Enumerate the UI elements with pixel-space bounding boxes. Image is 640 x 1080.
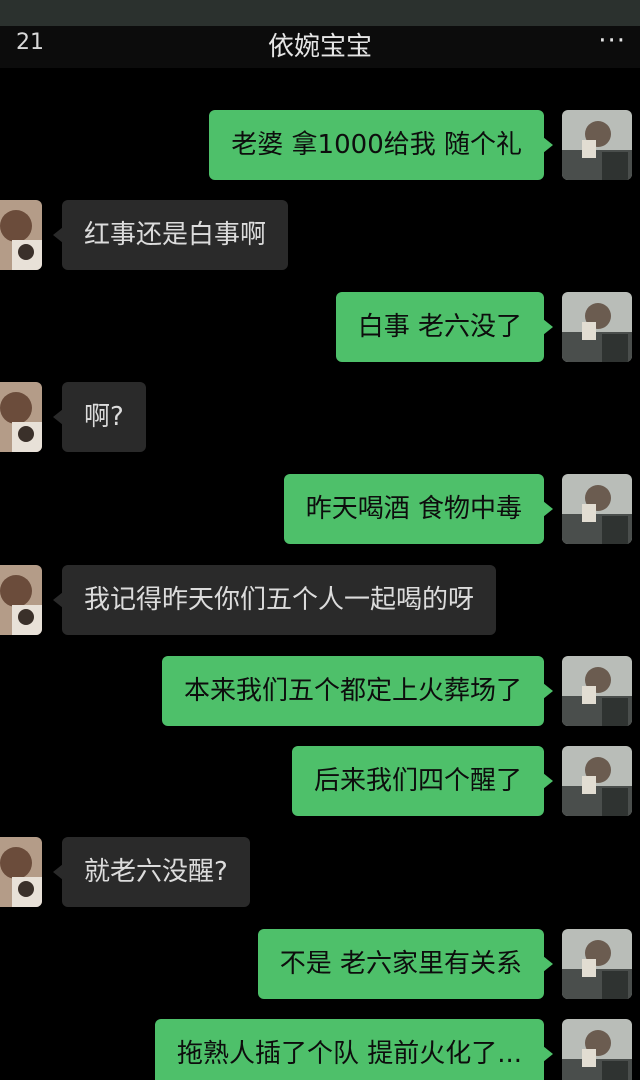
message-row: 拖熟人插了个队 提前火化了...	[0, 1019, 640, 1080]
message-row: 本来我们五个都定上火葬场了	[0, 656, 640, 726]
contact-avatar[interactable]	[0, 837, 42, 907]
my-avatar[interactable]	[562, 292, 632, 362]
outgoing-message-bubble[interactable]: 本来我们五个都定上火葬场了	[161, 656, 554, 726]
contact-avatar[interactable]	[0, 565, 42, 635]
incoming-message-bubble[interactable]: 我记得昨天你们五个人一起喝的呀	[52, 565, 497, 635]
my-avatar[interactable]	[562, 929, 632, 999]
message-row: 老婆 拿1000给我 随个礼	[0, 110, 640, 180]
message-row: 昨天喝酒 食物中毒	[0, 474, 640, 544]
my-avatar[interactable]	[562, 656, 632, 726]
my-avatar[interactable]	[562, 746, 632, 816]
incoming-message-bubble[interactable]: 就老六没醒?	[53, 837, 250, 907]
outgoing-message-bubble[interactable]: 后来我们四个醒了	[291, 746, 554, 816]
message-row: 后来我们四个醒了	[0, 746, 640, 816]
message-row: 我记得昨天你们五个人一起喝的呀	[0, 565, 640, 635]
contact-avatar[interactable]	[0, 382, 42, 452]
message-row: 不是 老六家里有关系	[0, 929, 640, 999]
my-avatar[interactable]	[562, 1019, 632, 1080]
outgoing-message-bubble[interactable]: 拖熟人插了个队 提前火化了...	[154, 1019, 554, 1080]
my-avatar[interactable]	[562, 474, 632, 544]
top-strip	[0, 0, 640, 26]
more-options-icon[interactable]: ···	[598, 26, 626, 56]
chat-header: 21 依婉宝宝 ···	[0, 26, 640, 68]
outgoing-message-bubble[interactable]: 昨天喝酒 食物中毒	[283, 474, 554, 544]
my-avatar[interactable]	[562, 110, 632, 180]
incoming-message-bubble[interactable]: 啊?	[53, 382, 146, 452]
message-row: 啊?	[0, 382, 640, 452]
message-row: 红事还是白事啊	[0, 200, 640, 270]
message-row: 就老六没醒?	[0, 837, 640, 907]
outgoing-message-bubble[interactable]: 老婆 拿1000给我 随个礼	[209, 110, 553, 180]
message-row: 白事 老六没了	[0, 292, 640, 362]
outgoing-message-bubble[interactable]: 白事 老六没了	[335, 292, 554, 362]
outgoing-message-bubble[interactable]: 不是 老六家里有关系	[257, 929, 554, 999]
incoming-message-bubble[interactable]: 红事还是白事啊	[52, 200, 289, 270]
contact-avatar[interactable]	[0, 200, 42, 270]
chat-title: 依婉宝宝	[267, 32, 372, 62]
